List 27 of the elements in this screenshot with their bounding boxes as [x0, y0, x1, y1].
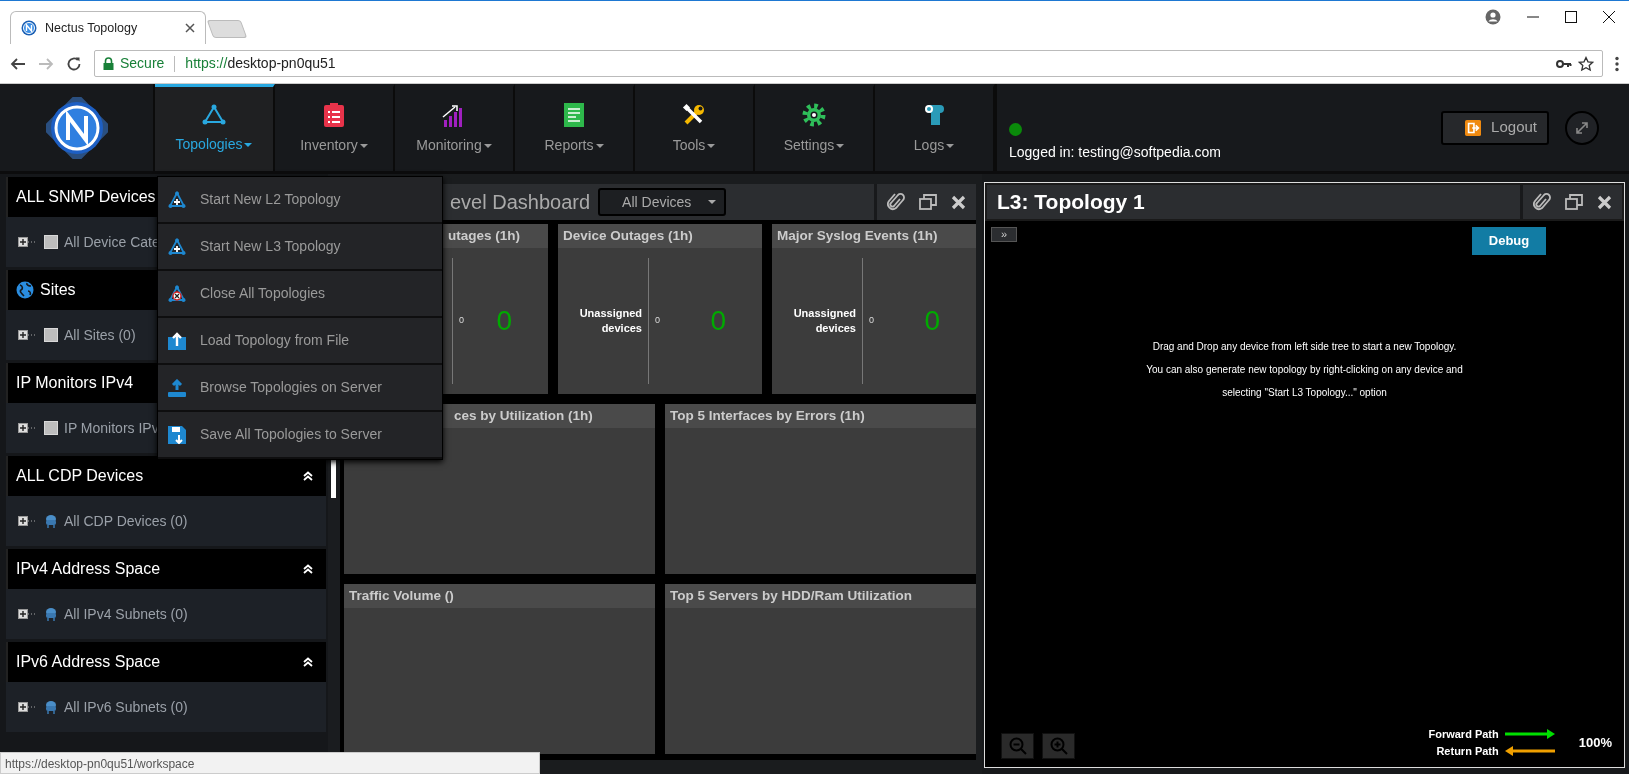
legend-label: Return Path [1436, 743, 1499, 759]
stat-label: Unassigned devices [793, 307, 856, 334]
dashboard-title: evel Dashboard [449, 190, 591, 215]
help-text: Drag and Drop any device from left side tree to start a new Topology. [1151, 340, 1458, 354]
help-text: You can also generate new topology by right-clicking on any device and [1145, 363, 1464, 377]
card-title: Device Outages (1h) [563, 226, 693, 245]
help-text: selecting "Start L3 Topology..." option [1221, 386, 1388, 400]
stat-small-value: 0 [458, 314, 464, 328]
card-title: utages (1h) [448, 226, 520, 245]
url-text: https://desktop-pn0qu51 [185, 54, 336, 73]
panel-title: Traffic Volume () [349, 586, 454, 605]
stat-small-value: 0 [654, 314, 660, 328]
stat-value: 0 [710, 304, 726, 338]
secure-label: Secure [120, 54, 165, 73]
stat-small-value: 0 [868, 314, 874, 328]
stat-value: 0 [496, 304, 512, 338]
panel-title: ces by Utilization (1h) [454, 406, 593, 425]
card-title: Major Syslog Events (1h) [777, 226, 938, 245]
panel-title: Top 5 Servers by HDD/Ram Utilization [670, 586, 913, 605]
zoom-level: 100% [1578, 733, 1612, 752]
status-url: https://desktop-pn0qu51/workspace [0, 752, 540, 774]
stat-value: 0 [924, 304, 940, 338]
legend-label: Forward Path [1428, 727, 1499, 742]
stat-label: Unassigned devices [579, 307, 642, 334]
panel-title: Top 5 Interfaces by Errors (1h) [670, 406, 865, 425]
login-text: Logged in: testing@softpedia.com [1009, 143, 1221, 162]
topology-title: L3: Topology 1 [996, 189, 1146, 216]
